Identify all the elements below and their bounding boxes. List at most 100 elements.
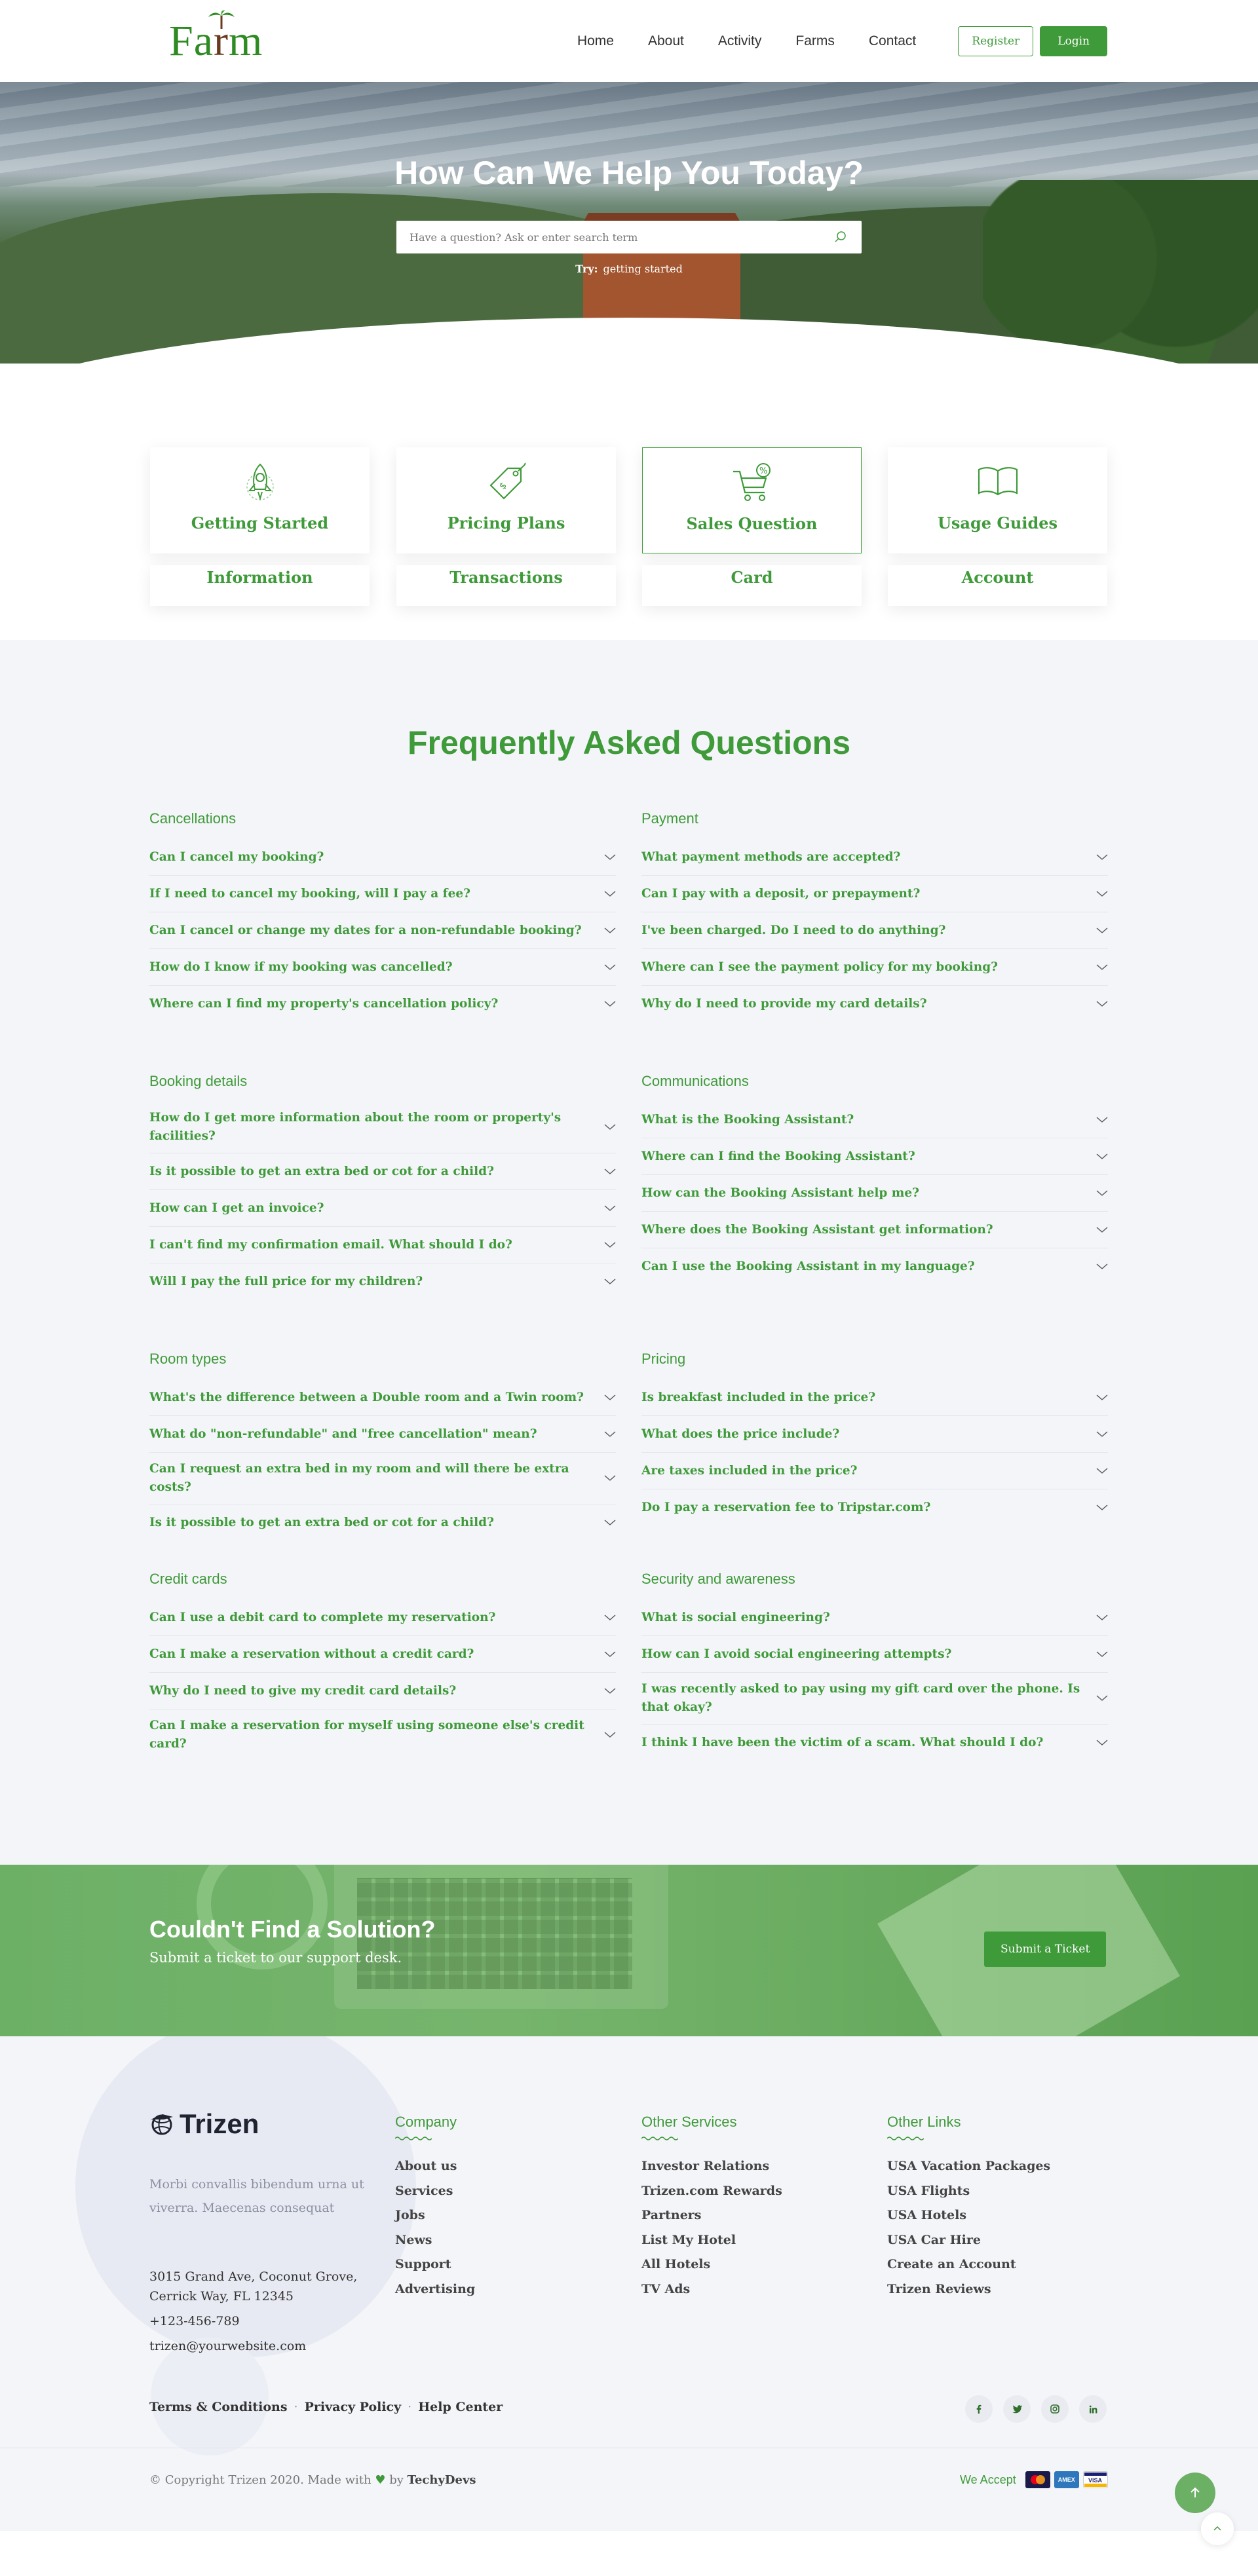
cart-discount-icon: % [733, 463, 771, 501]
footer-link[interactable]: All Hotels [641, 2252, 782, 2277]
nav-farms[interactable]: Farms [795, 33, 835, 49]
footer-email[interactable]: trizen@yourwebsite.com [149, 2339, 306, 2353]
faq-question[interactable]: Is it possible to get an extra bed or co… [149, 1153, 616, 1190]
faq-question[interactable]: Can I cancel my booking? [149, 839, 616, 876]
category-card-transactions[interactable]: Transactions [396, 565, 616, 606]
faq-question[interactable]: Where can I find my property's cancellat… [149, 986, 616, 1022]
faq-question[interactable]: Do I pay a reservation fee to Tripstar.c… [641, 1489, 1108, 1526]
footer-link[interactable]: Create an Account [887, 2252, 1050, 2277]
faq-group: Cancellations Can I cancel my booking? If … [149, 810, 616, 1022]
help-center-link[interactable]: Help Center [418, 2400, 503, 2414]
faq-question[interactable]: What payment methods are accepted? [641, 839, 1108, 876]
chevron-down-icon [604, 1651, 616, 1657]
faq-question[interactable]: How can the Booking Assistant help me? [641, 1175, 1108, 1212]
faq-question[interactable]: What is the Booking Assistant? [641, 1102, 1108, 1138]
category-card-card[interactable]: Card [642, 565, 862, 606]
register-button[interactable]: Register [958, 26, 1034, 56]
faq-question[interactable]: I think I have been the victim of a scam… [641, 1725, 1108, 1761]
footer-link[interactable]: TV Ads [641, 2277, 782, 2302]
footer-logo[interactable]: Trizen [149, 2108, 259, 2140]
footer-link[interactable]: USA Flights [887, 2179, 1050, 2204]
faq-question-text: What is the Booking Assistant? [641, 1112, 854, 1127]
facebook-icon[interactable] [965, 2395, 993, 2423]
footer-link[interactable]: Trizen Reviews [887, 2277, 1050, 2302]
faq-question[interactable]: How do I get more information about the … [149, 1102, 616, 1153]
faq-question[interactable]: Can I request an extra bed in my room an… [149, 1453, 616, 1504]
faq-question[interactable]: Why do I need to give my credit card det… [149, 1673, 616, 1709]
submit-ticket-button[interactable]: Submit a Ticket [984, 1932, 1107, 1967]
chevron-down-icon [1096, 1467, 1108, 1474]
footer-link[interactable]: Trizen.com Rewards [641, 2179, 782, 2204]
faq-question[interactable]: What do "non-refundable" and "free cance… [149, 1416, 616, 1453]
footer-link[interactable]: Jobs [395, 2203, 475, 2228]
linkedin-icon[interactable] [1079, 2395, 1107, 2423]
faq-question[interactable]: How can I avoid social engineering attem… [641, 1636, 1108, 1673]
category-card-usage-guides[interactable]: Usage Guides [888, 447, 1107, 553]
faq-question[interactable]: Where can I find the Booking Assistant? [641, 1138, 1108, 1175]
footer-link[interactable]: USA Hotels [887, 2203, 1050, 2228]
try-link[interactable]: getting started [603, 263, 683, 275]
faq-question[interactable]: I was recently asked to pay using my gif… [641, 1673, 1108, 1725]
instagram-icon[interactable] [1041, 2395, 1069, 2423]
nav-home[interactable]: Home [577, 33, 614, 49]
faq-question[interactable]: What's the difference between a Double r… [149, 1379, 616, 1416]
author-link[interactable]: TechyDevs [408, 2473, 476, 2487]
faq-question[interactable]: Is it possible to get an extra bed or co… [149, 1504, 616, 1541]
nav-activity[interactable]: Activity [718, 33, 762, 49]
faq-question[interactable]: How do I know if my booking was cancelle… [149, 949, 616, 986]
terms-link[interactable]: Terms & Conditions [149, 2400, 288, 2414]
faq-question[interactable]: I've been charged. Do I need to do anyth… [641, 912, 1108, 949]
footer-link[interactable]: Advertising [395, 2277, 475, 2302]
site-logo[interactable]: Farm [169, 10, 263, 63]
faq-question[interactable]: Where does the Booking Assistant get inf… [641, 1212, 1108, 1248]
faq-question[interactable]: If I need to cancel my booking, will I p… [149, 876, 616, 912]
footer-phone[interactable]: +123-456-789 [149, 2314, 240, 2328]
category-card-account[interactable]: Account [888, 565, 1107, 606]
privacy-link[interactable]: Privacy Policy [305, 2400, 402, 2414]
faq-question-text: I've been charged. Do I need to do anyth… [641, 923, 946, 937]
footer-link[interactable]: Investor Relations [641, 2154, 782, 2179]
faq-group-title: Cancellations [149, 810, 237, 827]
chevron-down-icon [1096, 1695, 1108, 1701]
faq-question[interactable]: Can I make a reservation without a credi… [149, 1636, 616, 1673]
category-card-information[interactable]: Information [150, 565, 370, 606]
faq-question[interactable]: Can I pay with a deposit, or prepayment? [641, 876, 1108, 912]
try-label: Try: [575, 263, 598, 275]
footer-link[interactable]: About us [395, 2154, 475, 2179]
faq-question[interactable]: How can I get an invoice? [149, 1190, 616, 1227]
footer-link[interactable]: List My Hotel [641, 2228, 782, 2253]
search-icon[interactable] [833, 229, 848, 245]
footer-link[interactable]: Support [395, 2252, 475, 2277]
faq-question[interactable]: What is social engineering? [641, 1599, 1108, 1636]
scroll-top-button[interactable] [1175, 2473, 1215, 2513]
faq-question[interactable]: Can I use a debit card to complete my re… [149, 1599, 616, 1636]
faq-question[interactable]: Are taxes included in the price? [641, 1453, 1108, 1489]
footer-link[interactable]: News [395, 2228, 475, 2253]
faq-group-title: Credit cards [149, 1571, 227, 1587]
faq-question[interactable]: I can't find my confirmation email. What… [149, 1227, 616, 1263]
faq-question[interactable]: What does the price include? [641, 1416, 1108, 1453]
category-card-getting-started[interactable]: Getting Started [150, 447, 370, 553]
search-input[interactable] [410, 231, 833, 244]
twitter-icon[interactable] [1003, 2395, 1031, 2423]
category-card-pricing-plans[interactable]: $ Pricing Plans [396, 447, 616, 553]
nav-about[interactable]: About [648, 33, 684, 49]
category-card-sales-question[interactable]: % Sales Question [642, 447, 862, 553]
footer-link[interactable]: USA Car Hire [887, 2228, 1050, 2253]
faq-question[interactable]: Can I cancel or change my dates for a no… [149, 912, 616, 949]
footer-link[interactable]: Services [395, 2179, 475, 2204]
faq-question[interactable]: Will I pay the full price for my childre… [149, 1263, 616, 1300]
chevron-down-icon [1096, 1614, 1108, 1620]
login-button[interactable]: Login [1040, 26, 1107, 56]
faq-question[interactable]: Where can I see the payment policy for m… [641, 949, 1108, 986]
faq-question[interactable]: Can I make a reservation for myself usin… [149, 1709, 616, 1761]
chevron-down-icon [1096, 963, 1108, 970]
footer-link[interactable]: Partners [641, 2203, 782, 2228]
faq-question[interactable]: Why do I need to provide my card details… [641, 986, 1108, 1022]
faq-question[interactable]: Can I use the Booking Assistant in my la… [641, 1248, 1108, 1285]
nav-contact[interactable]: Contact [869, 33, 916, 49]
footer-link[interactable]: USA Vacation Packages [887, 2154, 1050, 2179]
palm-tree-icon [208, 10, 235, 29]
faq-question[interactable]: Is breakfast included in the price? [641, 1379, 1108, 1416]
scroll-top-small-button[interactable] [1201, 2512, 1234, 2545]
